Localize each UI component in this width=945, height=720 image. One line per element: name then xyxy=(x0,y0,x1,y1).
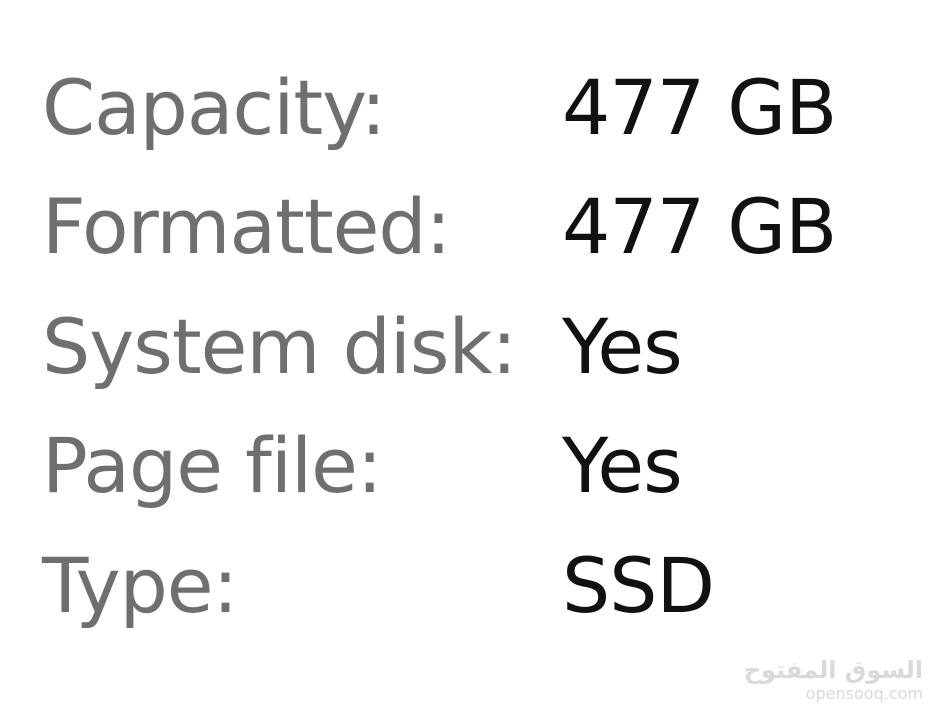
type-value: SSD xyxy=(562,541,715,630)
formatted-value: 477 GB xyxy=(562,182,837,271)
detail-row-system-disk: System disk: Yes xyxy=(0,287,945,407)
capacity-label: Capacity: xyxy=(42,63,386,152)
page-file-label: Page file: xyxy=(42,421,382,510)
detail-row-capacity: Capacity: 477 GB xyxy=(0,48,945,168)
capacity-value: 477 GB xyxy=(562,63,837,152)
detail-row-type: Type: SSD xyxy=(0,526,945,646)
type-label: Type: xyxy=(42,541,238,630)
disk-details-table: Capacity: 477 GB Formatted: 477 GB Syste… xyxy=(0,0,945,720)
page-file-value: Yes xyxy=(562,421,683,510)
system-disk-label: System disk: xyxy=(42,302,517,391)
watermark: السوق المفتوح opensooq.com xyxy=(744,658,923,702)
watermark-latin-text: opensooq.com xyxy=(805,684,923,703)
watermark-arabic-text: السوق المفتوح xyxy=(743,656,923,684)
system-disk-value: Yes xyxy=(562,302,683,391)
detail-row-page-file: Page file: Yes xyxy=(0,406,945,526)
formatted-label: Formatted: xyxy=(42,182,451,271)
detail-row-formatted: Formatted: 477 GB xyxy=(0,167,945,287)
